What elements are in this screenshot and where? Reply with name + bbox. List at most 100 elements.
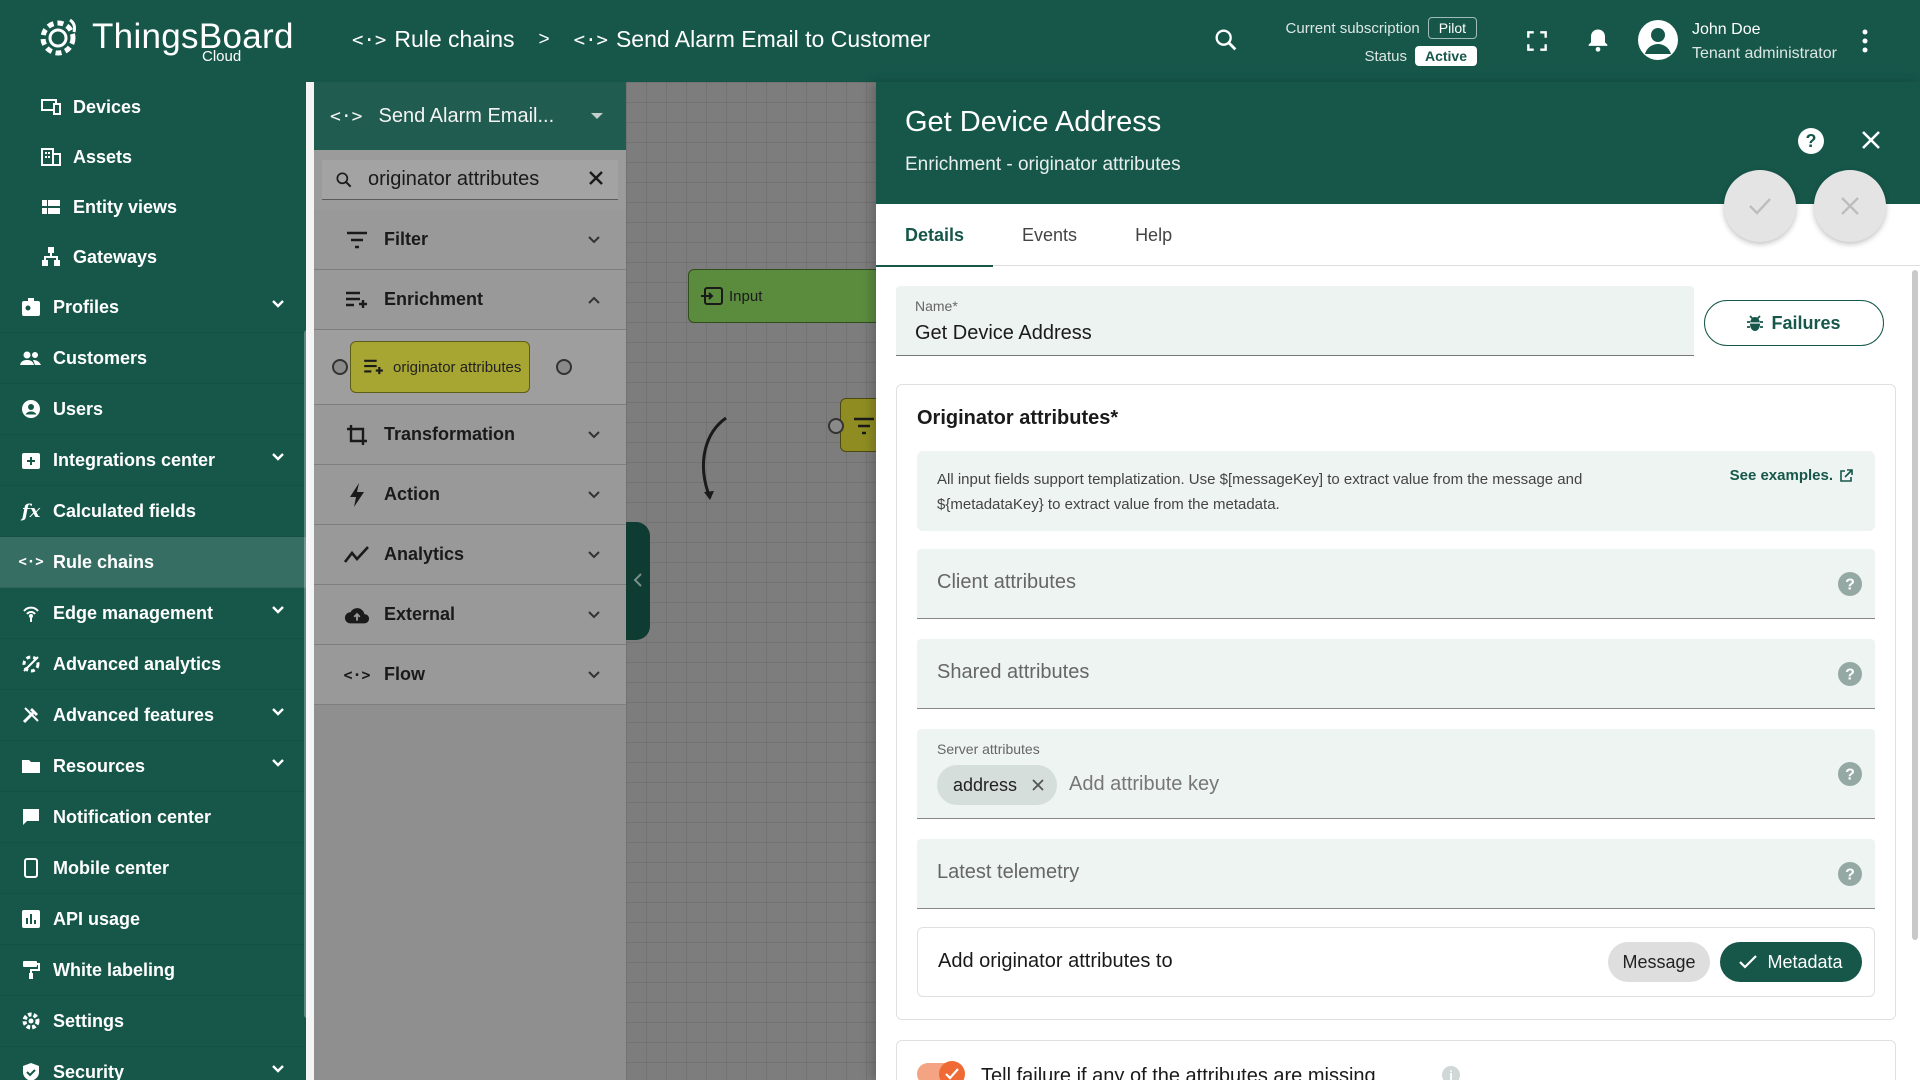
latest-telemetry-input[interactable]: Latest telemetry ? [917,839,1875,909]
add-attributes-to-label: Add originator attributes to [938,950,1173,972]
tab-details[interactable]: Details [876,204,994,267]
sidebar-item-assets[interactable]: Assets [0,132,306,182]
tab-events[interactable]: Events [993,204,1106,266]
server-attributes-label: Server attributes [937,741,1040,757]
shared-attributes-help-button[interactable]: ? [1837,661,1863,687]
node-input-port [332,359,348,375]
library-category-analytics[interactable]: Analytics [314,525,626,585]
breadcrumb-rule-chains[interactable]: <·> Rule chains [352,26,515,53]
panel-title: Get Device Address [905,106,1162,138]
sidebar-item-mobile-center[interactable]: Mobile center [0,843,306,894]
library-node-originator-attributes[interactable]: originator attributes [350,341,530,393]
section-title: Originator attributes* [917,407,1119,429]
enrichment-icon [344,287,370,313]
sidebar-item-advanced-features[interactable]: Advanced features [0,690,306,741]
sidebar-item-notification-center[interactable]: Notification center [0,792,306,843]
shared-attributes-input[interactable]: Shared attributes ? [917,639,1875,709]
node-library: <·> Send Alarm Email... originator attri… [314,82,626,1080]
server-attributes-help-button[interactable]: ? [1837,761,1863,787]
avatar[interactable] [1638,20,1678,60]
name-field[interactable]: Name* Get Device Address [896,286,1694,356]
subscription-info: Current subscription Pilot Status Active [1262,14,1477,70]
sidebar-item-entity-views[interactable]: Entity views [0,182,306,232]
sidebar-scrollbar[interactable] [304,330,310,1018]
library-category-enrichment[interactable]: Enrichment [314,270,626,330]
canvas-input-node[interactable]: Input [688,269,876,323]
rule-chain-canvas[interactable]: Input [626,82,876,1080]
help-icon: ? [1838,662,1862,686]
sidebar-item-customers[interactable]: Customers [0,333,306,384]
analytics-icon [20,653,42,675]
sidebar-item-resources[interactable]: Resources [0,741,306,792]
library-category-action[interactable]: Action [314,465,626,525]
failures-button[interactable]: Failures [1704,300,1884,346]
user-info[interactable]: John Doe Tenant administrator [1692,18,1837,66]
sidebar-item-users[interactable]: Users [0,384,306,435]
bell-icon [1588,29,1608,52]
logo[interactable]: ThingsBoard [34,12,294,62]
more-menu-button[interactable] [1860,28,1870,54]
input-icon [701,287,723,305]
tell-failure-toggle[interactable] [917,1061,965,1080]
rule-chain-selector[interactable]: <·> Send Alarm Email... [314,82,626,150]
sidebar-item-settings[interactable]: Settings [0,996,306,1047]
sidebar-item-edge-management[interactable]: Edge management [0,588,306,639]
name-field-label: Name* [915,298,958,314]
library-search-input[interactable]: originator attributes [322,160,618,200]
tell-failure-info-button[interactable]: i [1441,1065,1461,1080]
option-metadata-button[interactable]: Metadata [1720,942,1862,982]
library-collapse-handle[interactable] [626,522,650,640]
attribute-chip[interactable]: address [937,765,1058,805]
breadcrumb-current-chain: <·> Send Alarm Email to Customer [573,26,931,52]
latest-telemetry-help-button[interactable]: ? [1837,861,1863,887]
panel-scrollbar[interactable] [1912,270,1918,940]
notifications-button[interactable] [1584,26,1612,54]
library-category-flow[interactable]: <·> Flow [314,645,626,705]
sidebar-item-api-usage[interactable]: API usage [0,894,306,945]
remove-chip-button[interactable] [1031,778,1045,792]
server-attributes-input[interactable]: Server attributes address Add attribute … [917,729,1875,819]
customers-icon [20,347,42,369]
client-attributes-input[interactable]: Client attributes ? [917,549,1875,619]
library-category-filter[interactable]: Filter [314,210,626,270]
svg-text:?: ? [1845,667,1855,684]
sidebar-item-integrations-center[interactable]: Integrations center [0,435,306,486]
option-message-button[interactable]: Message [1608,942,1710,982]
search-icon [1215,29,1237,51]
chevron-down-icon [272,606,284,614]
fullscreen-button[interactable] [1524,28,1550,54]
rule-chains-icon: <·> [573,28,608,51]
sidebar-item-advanced-analytics[interactable]: Advanced analytics [0,639,306,690]
tab-help[interactable]: Help [1106,204,1201,266]
sidebar-item-calculated-fields[interactable]: fx Calculated fields [0,486,306,537]
paint-icon [20,959,42,981]
see-examples-link[interactable]: See examples. [1730,467,1853,484]
integrations-icon [20,449,42,471]
clear-search-button[interactable] [586,168,606,188]
info-icon: i [1442,1066,1460,1080]
library-category-external[interactable]: External [314,585,626,645]
help-icon: ? [1798,128,1824,154]
help-button[interactable]: ? [1796,126,1826,156]
canvas-filter-node[interactable] [840,398,876,452]
brand-name: ThingsBoard [92,17,294,56]
toggle-knob [939,1061,965,1080]
chevron-down-icon [272,1065,284,1073]
sidebar-item-white-labeling[interactable]: White labeling [0,945,306,996]
add-attribute-key-input[interactable]: Add attribute key [1069,773,1219,796]
library-category-transformation[interactable]: Transformation [314,405,626,465]
trend-icon [344,542,370,568]
thingsboard-logo-icon [40,18,76,56]
sidebar-item-security[interactable]: Security [0,1047,306,1080]
client-attributes-help-button[interactable]: ? [1837,571,1863,597]
sidebar-item-gateways[interactable]: Gateways [0,232,306,282]
sidebar-item-devices[interactable]: Devices [0,82,306,132]
sidebar-item-rule-chains[interactable]: <·> Rule chains [0,537,306,588]
rule-chains-icon: <·> [352,28,387,51]
sidebar-item-profiles[interactable]: Profiles [0,282,306,333]
rule-chains-icon: <·> [330,105,363,127]
dropdown-arrow-icon [591,113,603,119]
search-button[interactable] [1212,26,1240,54]
close-panel-button[interactable] [1859,128,1883,152]
plan-badge[interactable]: Pilot [1427,17,1477,39]
